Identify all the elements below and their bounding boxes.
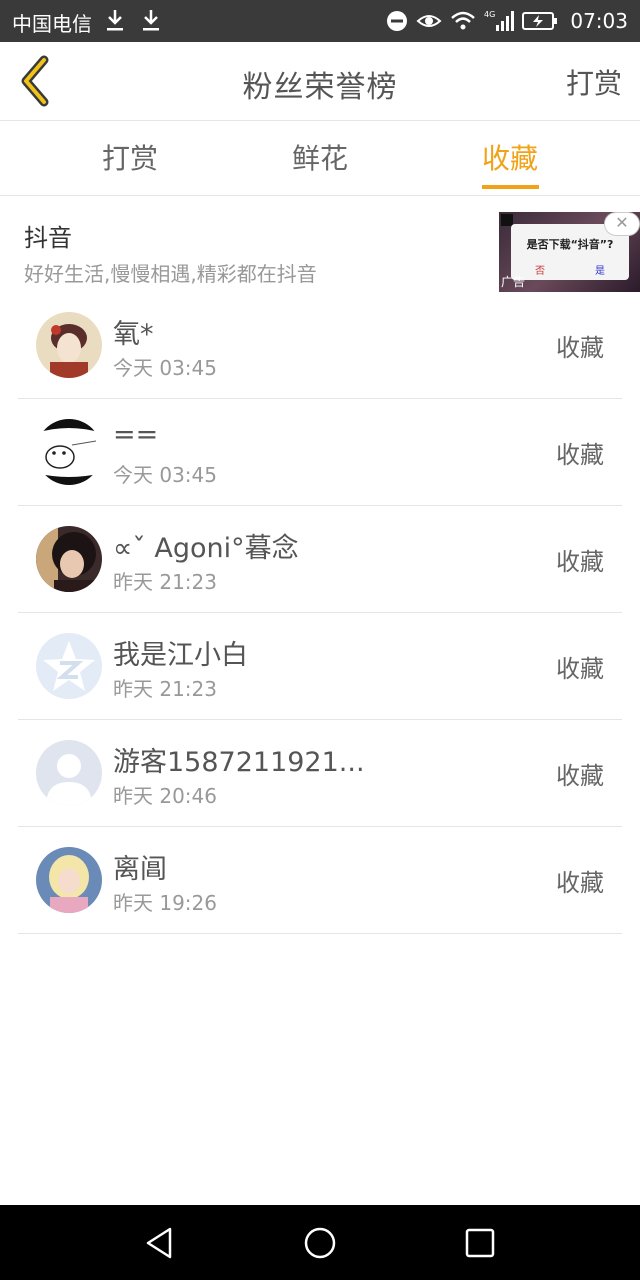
avatar xyxy=(36,526,102,592)
active-tab-indicator xyxy=(482,185,539,189)
avatar xyxy=(36,740,102,806)
avatar xyxy=(36,312,102,378)
dnd-icon xyxy=(387,11,408,31)
ad-dialog-text: 是否下载“抖音”? xyxy=(526,238,614,251)
user-name: == xyxy=(113,419,159,450)
timestamp: 昨天 20:46 xyxy=(113,784,217,808)
list-item[interactable]: 游客1587211921... 昨天 20:46 收藏 xyxy=(18,720,622,827)
list-item[interactable]: == 今天 03:45 收藏 xyxy=(18,399,622,506)
ad-title: 抖音 xyxy=(24,224,72,252)
svg-text:4G: 4G xyxy=(484,10,495,19)
user-name: 氧* xyxy=(113,319,154,350)
user-name: 游客1587211921... xyxy=(113,747,365,778)
battery-icon xyxy=(522,12,558,30)
timestamp: 今天 03:45 xyxy=(113,463,217,487)
list-item[interactable]: 氧* 今天 03:45 收藏 xyxy=(18,292,622,399)
favorites-list: 氧* 今天 03:45 收藏 == 今天 03:45 收藏 ∝ˇ Agoni°暮… xyxy=(0,292,640,934)
nav-back-icon[interactable] xyxy=(140,1223,180,1263)
ad-banner[interactable]: 抖音 好好生活,慢慢相遇,精彩都在抖音 是否下载“抖音”? 否 是 广告 xyxy=(0,196,640,296)
timestamp: 今天 03:45 xyxy=(113,356,217,380)
system-nav-bar xyxy=(0,1205,640,1280)
ad-subtitle: 好好生活,慢慢相遇,精彩都在抖音 xyxy=(24,262,317,286)
timestamp: 昨天 19:26 xyxy=(113,891,217,915)
row-favorite-label: 收藏 xyxy=(556,548,604,576)
page-title: 粉丝荣誉榜 xyxy=(242,70,398,105)
timestamp: 昨天 21:23 xyxy=(113,677,217,701)
ad-label: 广告 xyxy=(501,275,526,289)
nav-recents-icon[interactable] xyxy=(460,1223,500,1263)
timestamp: 昨天 21:23 xyxy=(113,570,217,594)
ad-close-icon[interactable]: ✕ xyxy=(604,212,640,236)
clock: 07:03 xyxy=(570,9,628,33)
avatar xyxy=(36,847,102,913)
row-favorite-label: 收藏 xyxy=(556,334,604,362)
row-favorite-label: 收藏 xyxy=(556,762,604,790)
ad-no-label: 否 xyxy=(535,266,545,277)
tab-tip[interactable]: 打赏 xyxy=(102,137,158,177)
tip-button[interactable]: 打赏 xyxy=(566,62,622,102)
app-header: 粉丝荣誉榜 打赏 xyxy=(0,42,640,121)
row-favorite-label: 收藏 xyxy=(556,869,604,897)
user-name: 我是江小白 xyxy=(113,640,248,671)
ad-yes-label: 是 xyxy=(595,266,605,277)
list-item[interactable]: ∝ˇ Agoni°暮念 昨天 21:23 收藏 xyxy=(18,506,622,613)
eye-icon xyxy=(416,15,442,27)
status-bar: 中国电信 4G 07:03 xyxy=(0,0,640,42)
avatar xyxy=(36,633,102,699)
carrier-label: 中国电信 xyxy=(12,12,92,36)
avatar xyxy=(36,419,102,485)
tab-bar: 打赏 鲜花 收藏 xyxy=(0,121,640,196)
row-favorite-label: 收藏 xyxy=(556,441,604,469)
list-item[interactable]: 离阊 昨天 19:26 收藏 xyxy=(18,827,622,934)
download-icon xyxy=(107,10,123,31)
row-favorite-label: 收藏 xyxy=(556,655,604,683)
signal-icon: 4G xyxy=(484,10,515,31)
wifi-icon xyxy=(451,11,476,30)
nav-home-icon[interactable] xyxy=(300,1223,340,1263)
user-name: 离阊 xyxy=(113,854,167,885)
tab-favorites[interactable]: 收藏 xyxy=(482,137,538,177)
user-name: ∝ˇ Agoni°暮念 xyxy=(113,533,299,564)
tab-flowers[interactable]: 鲜花 xyxy=(292,137,348,177)
download-icon xyxy=(143,10,159,31)
list-item[interactable]: 我是江小白 昨天 21:23 收藏 xyxy=(18,613,622,720)
